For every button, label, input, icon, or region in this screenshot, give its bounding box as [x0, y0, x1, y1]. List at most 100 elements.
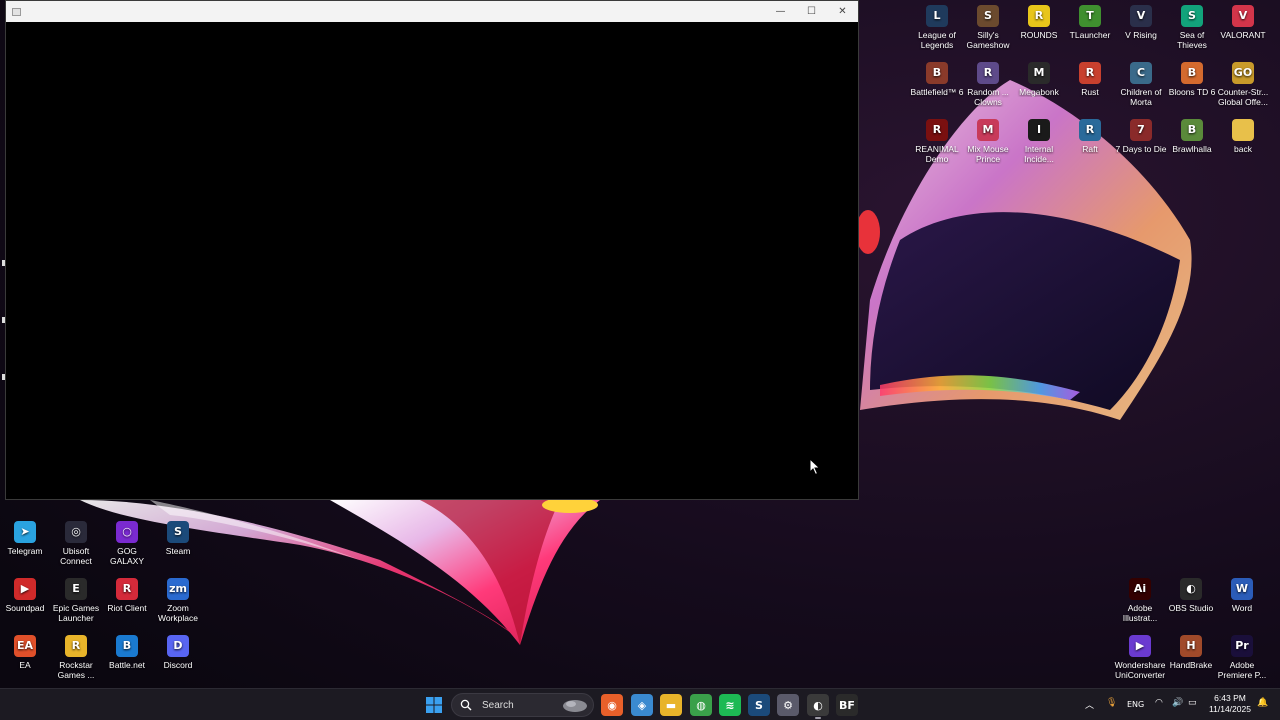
desktop-icon[interactable]: R Rust: [1062, 62, 1118, 97]
seven-days-icon: 7: [1130, 119, 1152, 141]
desktop-icon-label: TLauncher: [1069, 30, 1111, 40]
desktop-icon[interactable]: ▶ Wondershare UniConverter: [1112, 635, 1168, 680]
steam-icon: S: [167, 521, 189, 543]
desktop-icon[interactable]: S Sea of Thieves: [1164, 5, 1220, 50]
taskbar-clock[interactable]: 6:43 PM 11/14/2025: [1206, 693, 1254, 715]
minimize-button[interactable]: —: [765, 1, 796, 22]
desktop-icon[interactable]: M Mix Mouse Prince: [960, 119, 1016, 164]
desktop-icon[interactable]: M Megabonk: [1011, 62, 1067, 97]
desktop-icon-label: Battle.net: [109, 660, 145, 670]
desktop-icon-label: Soundpad: [5, 603, 45, 613]
desktop-icon-label: Random ... Clowns: [967, 87, 1009, 107]
wifi-icon[interactable]: ◠: [1155, 698, 1163, 708]
close-button[interactable]: ✕: [827, 1, 858, 22]
adobe-illustrator-icon: Ai: [1129, 578, 1151, 600]
desktop-icon[interactable]: ◎ Ubisoft Connect: [48, 521, 104, 566]
raft-icon: R: [1079, 119, 1101, 141]
desktop-icon[interactable]: EA EA: [0, 635, 53, 670]
mouse-cursor-icon: [809, 458, 821, 476]
desktop-icon[interactable]: R REANIMAL Demo: [909, 119, 965, 164]
desktop-icon-label: ROUNDS: [1020, 30, 1058, 40]
maximize-button[interactable]: ☐: [796, 1, 827, 22]
desktop-icon-label: Mix Mouse Prince: [967, 144, 1009, 164]
desktop-icon[interactable]: E Epic Games Launcher: [48, 578, 104, 623]
desktop-icon[interactable]: zm Zoom Workplace: [150, 578, 206, 623]
desktop-icon-label: Epic Games Launcher: [52, 603, 100, 623]
system-tray: ︿ 🎙 ENG ◠ 🔊 ▭ 6:43 PM 11/14/2025 🔔: [0, 689, 1280, 720]
desktop-icon[interactable]: R Rockstar Games ...: [48, 635, 104, 680]
desktop-icon[interactable]: Pr Adobe Premiere P...: [1214, 635, 1270, 680]
desktop-icon-label: REANIMAL Demo: [915, 144, 959, 164]
desktop-icon-label: League of Legends: [918, 30, 956, 50]
counter-strike-icon: GO: [1232, 62, 1254, 84]
desktop-icon[interactable]: ➤ Telegram: [0, 521, 53, 556]
desktop-icon[interactable]: Ai Adobe Illustrat...: [1112, 578, 1168, 623]
desktop-icon-label: Riot Client: [107, 603, 147, 613]
battlenet-icon: B: [116, 635, 138, 657]
desktop-icon[interactable]: B Battle.net: [99, 635, 155, 670]
desktop-icon[interactable]: B Bloons TD 6: [1164, 62, 1220, 97]
league-of-legends-icon: L: [926, 5, 948, 27]
folder-icon: [1232, 119, 1254, 141]
desktop-icon-label: Discord: [163, 660, 193, 670]
desktop-icon[interactable]: R ROUNDS: [1011, 5, 1067, 40]
rockstar-icon: R: [65, 635, 87, 657]
reanimal-icon: R: [926, 119, 948, 141]
notification-bell-icon[interactable]: 🔔: [1257, 698, 1268, 708]
valorant-icon: V: [1232, 5, 1254, 27]
desktop-icon[interactable]: B Brawlhalla: [1164, 119, 1220, 154]
riot-client-icon: R: [116, 578, 138, 600]
desktop-icon-label: HandBrake: [1169, 660, 1213, 670]
desktop-icon[interactable]: GO Counter-Str... Global Offe...: [1215, 62, 1271, 107]
desktop-icon[interactable]: R Raft: [1062, 119, 1118, 154]
desktop-icon-label: Silly's Gameshow: [966, 30, 1010, 50]
desktop-icon-label: Wondershare UniConverter: [1114, 660, 1166, 680]
desktop-icon[interactable]: S Steam: [150, 521, 206, 556]
desktop-icon[interactable]: R Riot Client: [99, 578, 155, 613]
window-app-icon: [12, 7, 21, 16]
desktop-icon-label: Adobe Illustrat...: [1122, 603, 1158, 623]
desktop-icon[interactable]: ○ GOG GALAXY: [99, 521, 155, 566]
window-content-area[interactable]: [6, 22, 858, 499]
desktop-icon[interactable]: W Word: [1214, 578, 1270, 613]
desktop-icon[interactable]: back: [1215, 119, 1271, 154]
language-indicator[interactable]: ENG: [1127, 700, 1144, 709]
mix-mouse-icon: M: [977, 119, 999, 141]
handbrake-icon: H: [1180, 635, 1202, 657]
desktop-icon[interactable]: B Battlefield™ 6: [909, 62, 965, 97]
desktop-icon[interactable]: C Children of Morta: [1113, 62, 1169, 107]
desktop-icon[interactable]: ▶ Soundpad: [0, 578, 53, 613]
volume-icon[interactable]: 🔊: [1172, 698, 1183, 708]
desktop-icon[interactable]: H HandBrake: [1163, 635, 1219, 670]
desktop-icon[interactable]: I Internal Incide...: [1011, 119, 1067, 164]
desktop-icon-label: Adobe Premiere P...: [1217, 660, 1267, 680]
word-icon: W: [1231, 578, 1253, 600]
desktop-icon[interactable]: D Discord: [150, 635, 206, 670]
gog-galaxy-icon: ○: [116, 521, 138, 543]
app-window[interactable]: — ☐ ✕: [5, 0, 859, 500]
desktop-icon-label: V Rising: [1125, 30, 1157, 40]
desktop-icon[interactable]: ◐ OBS Studio: [1163, 578, 1219, 613]
discord-icon: D: [167, 635, 189, 657]
desktop-icon-label: Sea of Thieves: [1177, 30, 1207, 50]
desktop-icon-label: 7 Days to Die: [1115, 144, 1167, 154]
bloons-td6-icon: B: [1181, 62, 1203, 84]
microphone-icon[interactable]: 🎙: [1106, 698, 1117, 708]
desktop-icon-label: EA: [19, 660, 31, 670]
ubisoft-connect-icon: ◎: [65, 521, 87, 543]
rounds-icon: R: [1028, 5, 1050, 27]
desktop-icon[interactable]: T TLauncher: [1062, 5, 1118, 40]
desktop-icon[interactable]: S Silly's Gameshow: [960, 5, 1016, 50]
desktop-icon[interactable]: R Random ... Clowns: [960, 62, 1016, 107]
telegram-icon: ➤: [14, 521, 36, 543]
zoom-icon: zm: [167, 578, 189, 600]
show-hidden-icons-chevron-icon[interactable]: ︿: [1085, 698, 1094, 711]
desktop-icon[interactable]: L League of Legends: [909, 5, 965, 50]
battlefield-icon: B: [926, 62, 948, 84]
internal-incident-icon: I: [1028, 119, 1050, 141]
desktop-icon[interactable]: 7 7 Days to Die: [1113, 119, 1169, 154]
battery-icon[interactable]: ▭: [1188, 698, 1197, 708]
window-titlebar[interactable]: — ☐ ✕: [6, 1, 858, 22]
desktop-icon[interactable]: V V Rising: [1113, 5, 1169, 40]
desktop-icon[interactable]: V VALORANT: [1215, 5, 1271, 40]
